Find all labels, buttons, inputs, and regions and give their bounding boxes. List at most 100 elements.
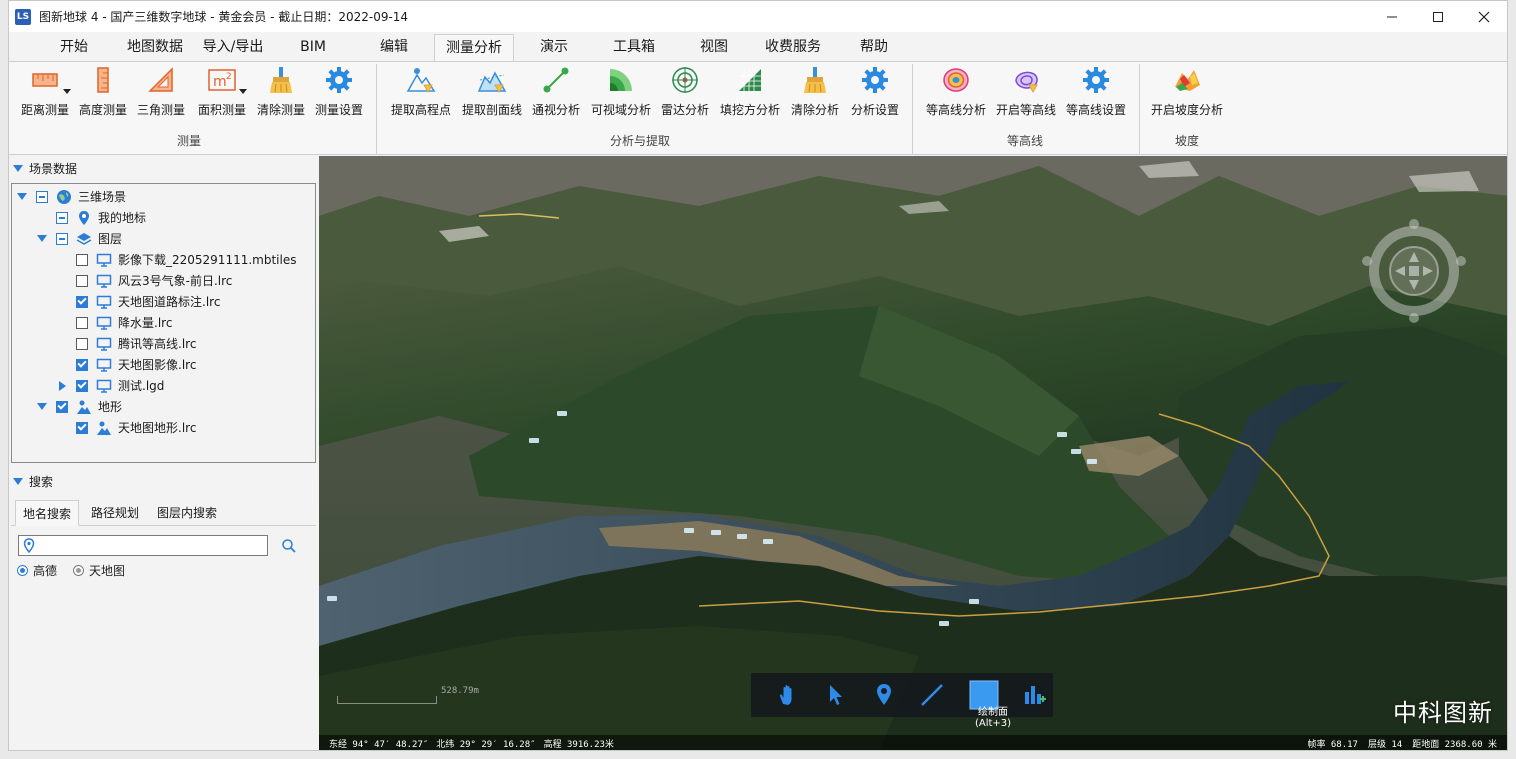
extract-elevation-point-button[interactable]: 提取高程点 bbox=[389, 65, 453, 121]
maximize-button[interactable] bbox=[1415, 1, 1461, 32]
search-button[interactable] bbox=[281, 538, 297, 557]
layer-checkbox[interactable] bbox=[56, 232, 68, 245]
select-button[interactable] bbox=[821, 680, 851, 710]
expand-toggle[interactable] bbox=[56, 380, 68, 392]
draw-toolbar: 绘制面 (Alt+3) bbox=[751, 673, 1053, 729]
tree-node-layer[interactable]: 天地图道路标注.lrc bbox=[56, 291, 220, 312]
add-model-button[interactable] bbox=[1019, 680, 1049, 710]
app-window: LS 图新地球 4 - 国产三维数字地球 - 黄金会员 - 截止日期：2022-… bbox=[8, 0, 1508, 751]
window-title: 图新地球 4 - 国产三维数字地球 - 黄金会员 - 截止日期：2022-09-… bbox=[39, 10, 409, 24]
tree-node-layers[interactable]: 图层 bbox=[36, 228, 122, 249]
tree-node-scene-root[interactable]: 三维场景 bbox=[16, 186, 126, 207]
tab-bim[interactable]: BIM bbox=[291, 34, 335, 61]
line-of-sight-button[interactable]: 通视分析 bbox=[527, 65, 585, 121]
menu-bar: 开始 地图数据 导入/导出 BIM 编辑 测量分析 演示 工具箱 视图 收费服务… bbox=[9, 32, 1507, 61]
provider-radio-tianditu[interactable]: 天地图 bbox=[73, 562, 125, 579]
minimize-button[interactable] bbox=[1369, 1, 1415, 32]
tab-layer-search[interactable]: 图层内搜索 bbox=[149, 500, 225, 526]
expand-toggle[interactable] bbox=[16, 191, 28, 203]
tab-place-search[interactable]: 地名搜索 bbox=[15, 500, 79, 526]
place-search-input[interactable] bbox=[18, 535, 268, 556]
draw-point-button[interactable] bbox=[869, 680, 899, 710]
tab-start[interactable]: 开始 bbox=[49, 34, 99, 61]
draw-polygon-button[interactable] bbox=[969, 680, 999, 710]
measure-settings-button[interactable]: 测量设置 bbox=[311, 65, 367, 121]
layer-tree: 三维场景 我的地标 图层 影像下载_2205291111.mbtiles 风云3… bbox=[11, 183, 316, 463]
layer-checkbox[interactable] bbox=[76, 358, 88, 371]
scale-bar: 528.79m bbox=[337, 682, 479, 708]
layer-checkbox[interactable] bbox=[36, 190, 48, 203]
analysis-settings-button[interactable]: 分析设置 bbox=[847, 65, 903, 121]
search-header[interactable]: 搜索 bbox=[13, 471, 53, 491]
expand-arrow-icon bbox=[58, 380, 66, 391]
viewshed-analysis-button[interactable]: 可视域分析 bbox=[587, 65, 655, 121]
distance-readout: 距地面 2368.60 米 bbox=[1412, 740, 1497, 750]
slope-analysis-label: 开启坡度分析 bbox=[1150, 103, 1223, 117]
tab-route-planning[interactable]: 路径规划 bbox=[83, 500, 147, 526]
tab-help[interactable]: 帮助 bbox=[849, 34, 899, 61]
layer-checkbox[interactable] bbox=[76, 253, 88, 266]
terrain-icon bbox=[96, 420, 112, 436]
provider-radio-gaode[interactable]: 高德 bbox=[17, 562, 57, 579]
extract-profile-button[interactable]: 提取剖面线 bbox=[459, 65, 525, 121]
tree-node-label: 图层 bbox=[98, 232, 123, 246]
layer-checkbox[interactable] bbox=[76, 295, 88, 308]
tree-node-layer[interactable]: 影像下载_2205291111.mbtiles bbox=[56, 249, 296, 270]
draw-line-button[interactable] bbox=[917, 680, 947, 710]
height-measure-button[interactable]: 高度测量 bbox=[75, 65, 131, 121]
distance-measure-label: 距离测量 bbox=[20, 103, 69, 117]
distance-measure-button[interactable]: 距离测量 bbox=[15, 65, 75, 121]
tab-toolbox[interactable]: 工具箱 bbox=[605, 34, 663, 61]
layer-checkbox[interactable] bbox=[76, 316, 88, 329]
poi-marker bbox=[529, 438, 539, 443]
globe-3d-view[interactable]: 528.79m 绘制面 (Alt+3) 中科图新 东经 94° 47′ 48.2… bbox=[319, 156, 1507, 750]
navigation-compass[interactable] bbox=[1359, 216, 1469, 326]
layer-checkbox[interactable] bbox=[76, 337, 88, 350]
tree-node-layer[interactable]: 腾讯等高线.lrc bbox=[56, 333, 196, 354]
enable-contour-button[interactable]: 开启等高线 bbox=[993, 65, 1059, 121]
fps-readout: 帧率 68.17 bbox=[1307, 740, 1358, 750]
tree-node-layer[interactable]: 降水量.lrc bbox=[56, 312, 172, 333]
contour-analysis-button[interactable]: 等高线分析 bbox=[923, 65, 989, 121]
expand-toggle[interactable] bbox=[36, 401, 48, 413]
triangle-measure-button[interactable]: 三角测量 bbox=[133, 65, 189, 121]
tab-import-export[interactable]: 导入/导出 bbox=[197, 34, 269, 61]
expand-arrow-icon bbox=[37, 235, 47, 242]
level-readout: 层级 14 bbox=[1367, 740, 1403, 750]
expand-toggle[interactable] bbox=[36, 233, 48, 245]
area-measure-button[interactable]: m2 面积测量 bbox=[193, 65, 251, 121]
contour-settings-button[interactable]: 等高线设置 bbox=[1063, 65, 1129, 121]
layer-checkbox[interactable] bbox=[76, 274, 88, 287]
tree-node-layer[interactable]: 风云3号气象-前日.lrc bbox=[56, 270, 232, 291]
pan-button[interactable] bbox=[773, 680, 803, 710]
layer-checkbox[interactable] bbox=[76, 379, 88, 392]
poi-marker bbox=[969, 599, 979, 604]
search-icon bbox=[282, 539, 296, 553]
hand-icon bbox=[779, 685, 792, 705]
clear-analysis-button[interactable]: 清除分析 bbox=[787, 65, 843, 121]
clear-measure-button[interactable]: 清除测量 bbox=[253, 65, 309, 121]
scene-data-header[interactable]: 场景数据 bbox=[13, 158, 77, 178]
add-chart-icon bbox=[1025, 686, 1046, 704]
layer-checkbox[interactable] bbox=[76, 421, 88, 434]
tree-node-terrain[interactable]: 地形 bbox=[36, 396, 122, 417]
group-label-slope: 坡度 bbox=[1174, 134, 1199, 148]
tab-presentation[interactable]: 演示 bbox=[529, 34, 579, 61]
slope-analysis-button[interactable]: 开启坡度分析 bbox=[1149, 65, 1225, 121]
monitor-icon bbox=[96, 252, 112, 268]
tab-measure-analysis[interactable]: 测量分析 bbox=[434, 34, 514, 61]
close-button[interactable] bbox=[1461, 1, 1507, 32]
tree-node-my-landmarks[interactable]: 我的地标 bbox=[36, 207, 146, 228]
layer-checkbox[interactable] bbox=[56, 211, 68, 224]
tab-view[interactable]: 视图 bbox=[689, 34, 739, 61]
tree-node-layer[interactable]: 天地图地形.lrc bbox=[56, 417, 196, 438]
radar-analysis-button[interactable]: 雷达分析 bbox=[657, 65, 713, 121]
cut-fill-analysis-button[interactable]: 填挖方分析 bbox=[717, 65, 783, 121]
terrain-icon bbox=[76, 399, 92, 415]
tab-map-data[interactable]: 地图数据 bbox=[117, 34, 193, 61]
tree-node-layer[interactable]: 天地图影像.lrc bbox=[56, 354, 196, 375]
layer-checkbox[interactable] bbox=[56, 400, 68, 413]
tree-node-layer[interactable]: 测试.lgd bbox=[56, 375, 164, 396]
tab-edit[interactable]: 编辑 bbox=[369, 34, 419, 61]
tab-paid-services[interactable]: 收费服务 bbox=[757, 34, 829, 61]
